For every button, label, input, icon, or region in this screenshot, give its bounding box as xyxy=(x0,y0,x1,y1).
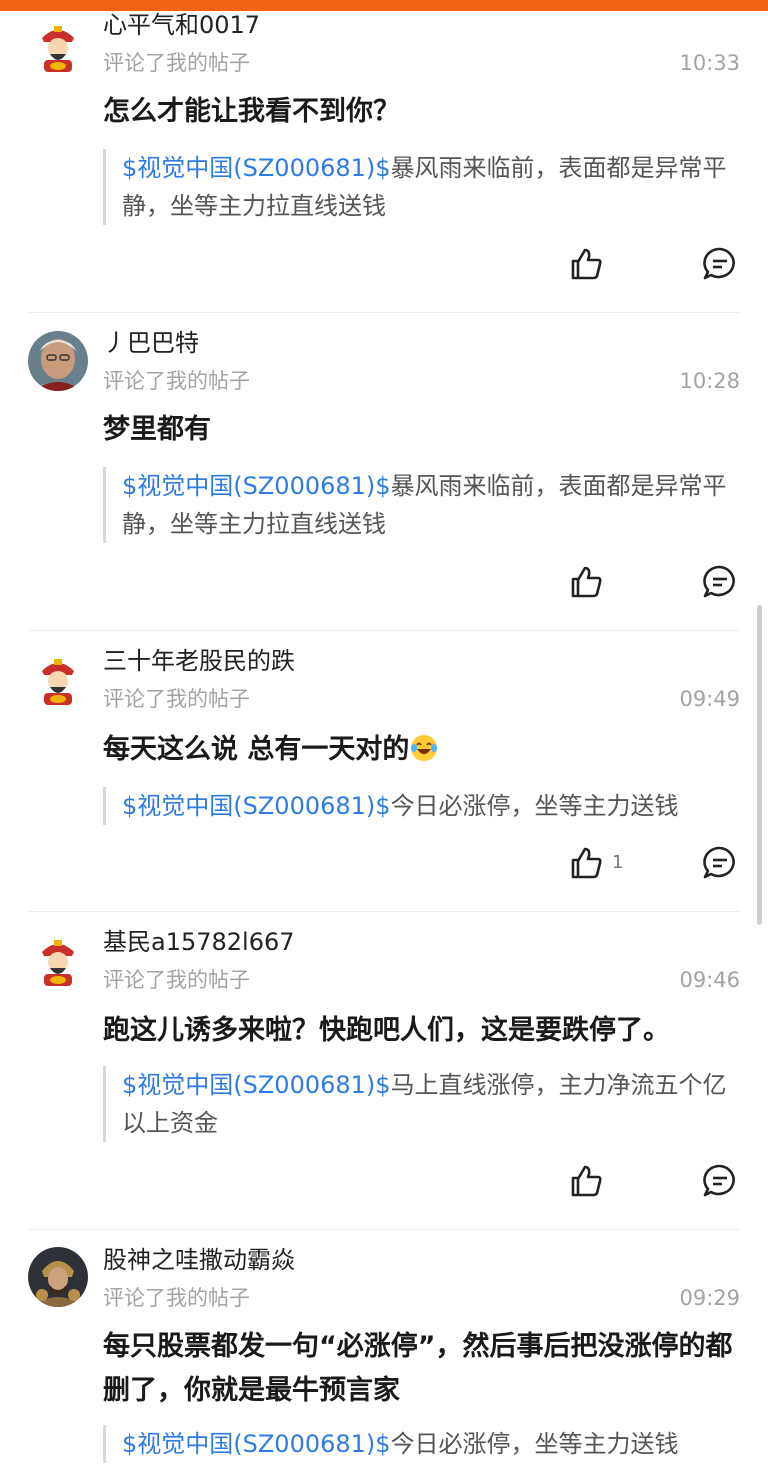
comment-content: 怎么才能让我看不到你？ xyxy=(103,96,400,127)
quoted-post[interactable]: $视觉中国(SZ000681)$今日必涨停，坐等主力送钱 xyxy=(103,787,743,825)
comment-bubble-icon[interactable] xyxy=(701,844,739,882)
comment-content: 跑这儿诱多来啦？快跑吧人们，这是要跌停了。 xyxy=(103,1015,670,1046)
action-text: 评论了我的帖子 xyxy=(103,687,250,711)
god-of-wealth-icon xyxy=(28,649,88,709)
stock-link[interactable]: $视觉中国(SZ000681)$ xyxy=(122,1071,391,1099)
comment-text: 每天这么说 总有一天对的 xyxy=(103,734,410,765)
timestamp: 09:46 xyxy=(679,968,740,992)
elderly-man-photo xyxy=(28,331,88,391)
timestamp: 10:33 xyxy=(679,51,740,75)
avatar[interactable] xyxy=(28,331,88,391)
warrior-portrait-photo xyxy=(28,1247,88,1307)
comment-item[interactable]: 心平气和0017 评论了我的帖子 10:33 怎么才能让我看不到你？ $视觉中国… xyxy=(0,0,768,313)
timestamp: 10:28 xyxy=(679,369,740,393)
action-text: 评论了我的帖子 xyxy=(103,968,250,992)
thumbs-up-icon[interactable] xyxy=(567,563,605,601)
comment-content: 每只股票都发一句“必涨停”，然后事后把没涨停的都删了，你就是最牛预言家 xyxy=(103,1331,733,1406)
comment-bubble-icon[interactable] xyxy=(701,1162,739,1200)
notification-page: 心平气和0017 评论了我的帖子 10:33 怎么才能让我看不到你？ $视觉中国… xyxy=(0,0,768,1473)
laughing-tears-emoji xyxy=(411,735,438,761)
stock-link[interactable]: $视觉中国(SZ000681)$ xyxy=(122,154,391,182)
timestamp: 09:29 xyxy=(679,1286,740,1310)
like-count: 1 xyxy=(612,852,624,873)
action-text: 评论了我的帖子 xyxy=(103,1286,250,1310)
scrollbar[interactable] xyxy=(757,605,762,925)
divider xyxy=(28,630,740,631)
comment-bubble-icon[interactable] xyxy=(701,563,739,601)
username[interactable]: 股神之哇撒动霸焱 xyxy=(103,1245,295,1275)
god-of-wealth-icon xyxy=(28,930,88,990)
quoted-post[interactable]: $视觉中国(SZ000681)$今日必涨停，坐等主力送钱 xyxy=(103,1425,743,1463)
comment-item[interactable]: 三十年老股民的跌 评论了我的帖子 09:49 每天这么说 总有一天对的 $视觉中… xyxy=(0,636,768,912)
divider xyxy=(28,1229,740,1230)
comment-content: 每天这么说 总有一天对的 xyxy=(103,728,743,772)
comment-bubble-icon[interactable] xyxy=(701,245,739,283)
action-text: 评论了我的帖子 xyxy=(103,51,250,75)
avatar[interactable] xyxy=(28,16,88,76)
username[interactable]: 心平气和0017 xyxy=(103,10,260,40)
comment-item[interactable]: 丿巴巴特 评论了我的帖子 10:28 梦里都有 $视觉中国(SZ000681)$… xyxy=(0,318,768,631)
stock-link[interactable]: $视觉中国(SZ000681)$ xyxy=(122,1430,391,1458)
thumbs-up-icon[interactable] xyxy=(567,245,605,283)
username[interactable]: 基民a15782l667 xyxy=(103,927,295,957)
divider xyxy=(28,312,740,313)
avatar[interactable] xyxy=(28,1247,88,1307)
god-of-wealth-icon xyxy=(28,16,88,76)
comment-content: 梦里都有 xyxy=(103,414,211,445)
quoted-post[interactable]: $视觉中国(SZ000681)$暴风雨来临前，表面都是异常平静，坐等主力拉直线送… xyxy=(103,467,743,543)
quoted-post[interactable]: $视觉中国(SZ000681)$马上直线涨停，主力净流五个亿以上资金 xyxy=(103,1066,743,1142)
thumbs-up-icon[interactable] xyxy=(567,844,605,882)
avatar[interactable] xyxy=(28,649,88,709)
comment-item[interactable]: 基民a15782l667 评论了我的帖子 09:46 跑这儿诱多来啦？快跑吧人们… xyxy=(0,917,768,1230)
thumbs-up-icon[interactable] xyxy=(567,1162,605,1200)
stock-link[interactable]: $视觉中国(SZ000681)$ xyxy=(122,792,391,820)
timestamp: 09:49 xyxy=(679,687,740,711)
avatar[interactable] xyxy=(28,930,88,990)
stock-link[interactable]: $视觉中国(SZ000681)$ xyxy=(122,472,391,500)
quote-text: 今日必涨停，坐等主力送钱 xyxy=(390,792,679,820)
username[interactable]: 丿巴巴特 xyxy=(103,328,199,358)
quoted-post[interactable]: $视觉中国(SZ000681)$暴风雨来临前，表面都是异常平静，坐等主力拉直线送… xyxy=(103,149,743,225)
quote-text: 今日必涨停，坐等主力送钱 xyxy=(390,1430,679,1458)
comment-item[interactable]: 股神之哇撒动霸焱 评论了我的帖子 09:29 每只股票都发一句“必涨停”，然后事… xyxy=(0,1235,768,1473)
divider xyxy=(28,911,740,912)
action-text: 评论了我的帖子 xyxy=(103,369,250,393)
username[interactable]: 三十年老股民的跌 xyxy=(103,646,295,676)
